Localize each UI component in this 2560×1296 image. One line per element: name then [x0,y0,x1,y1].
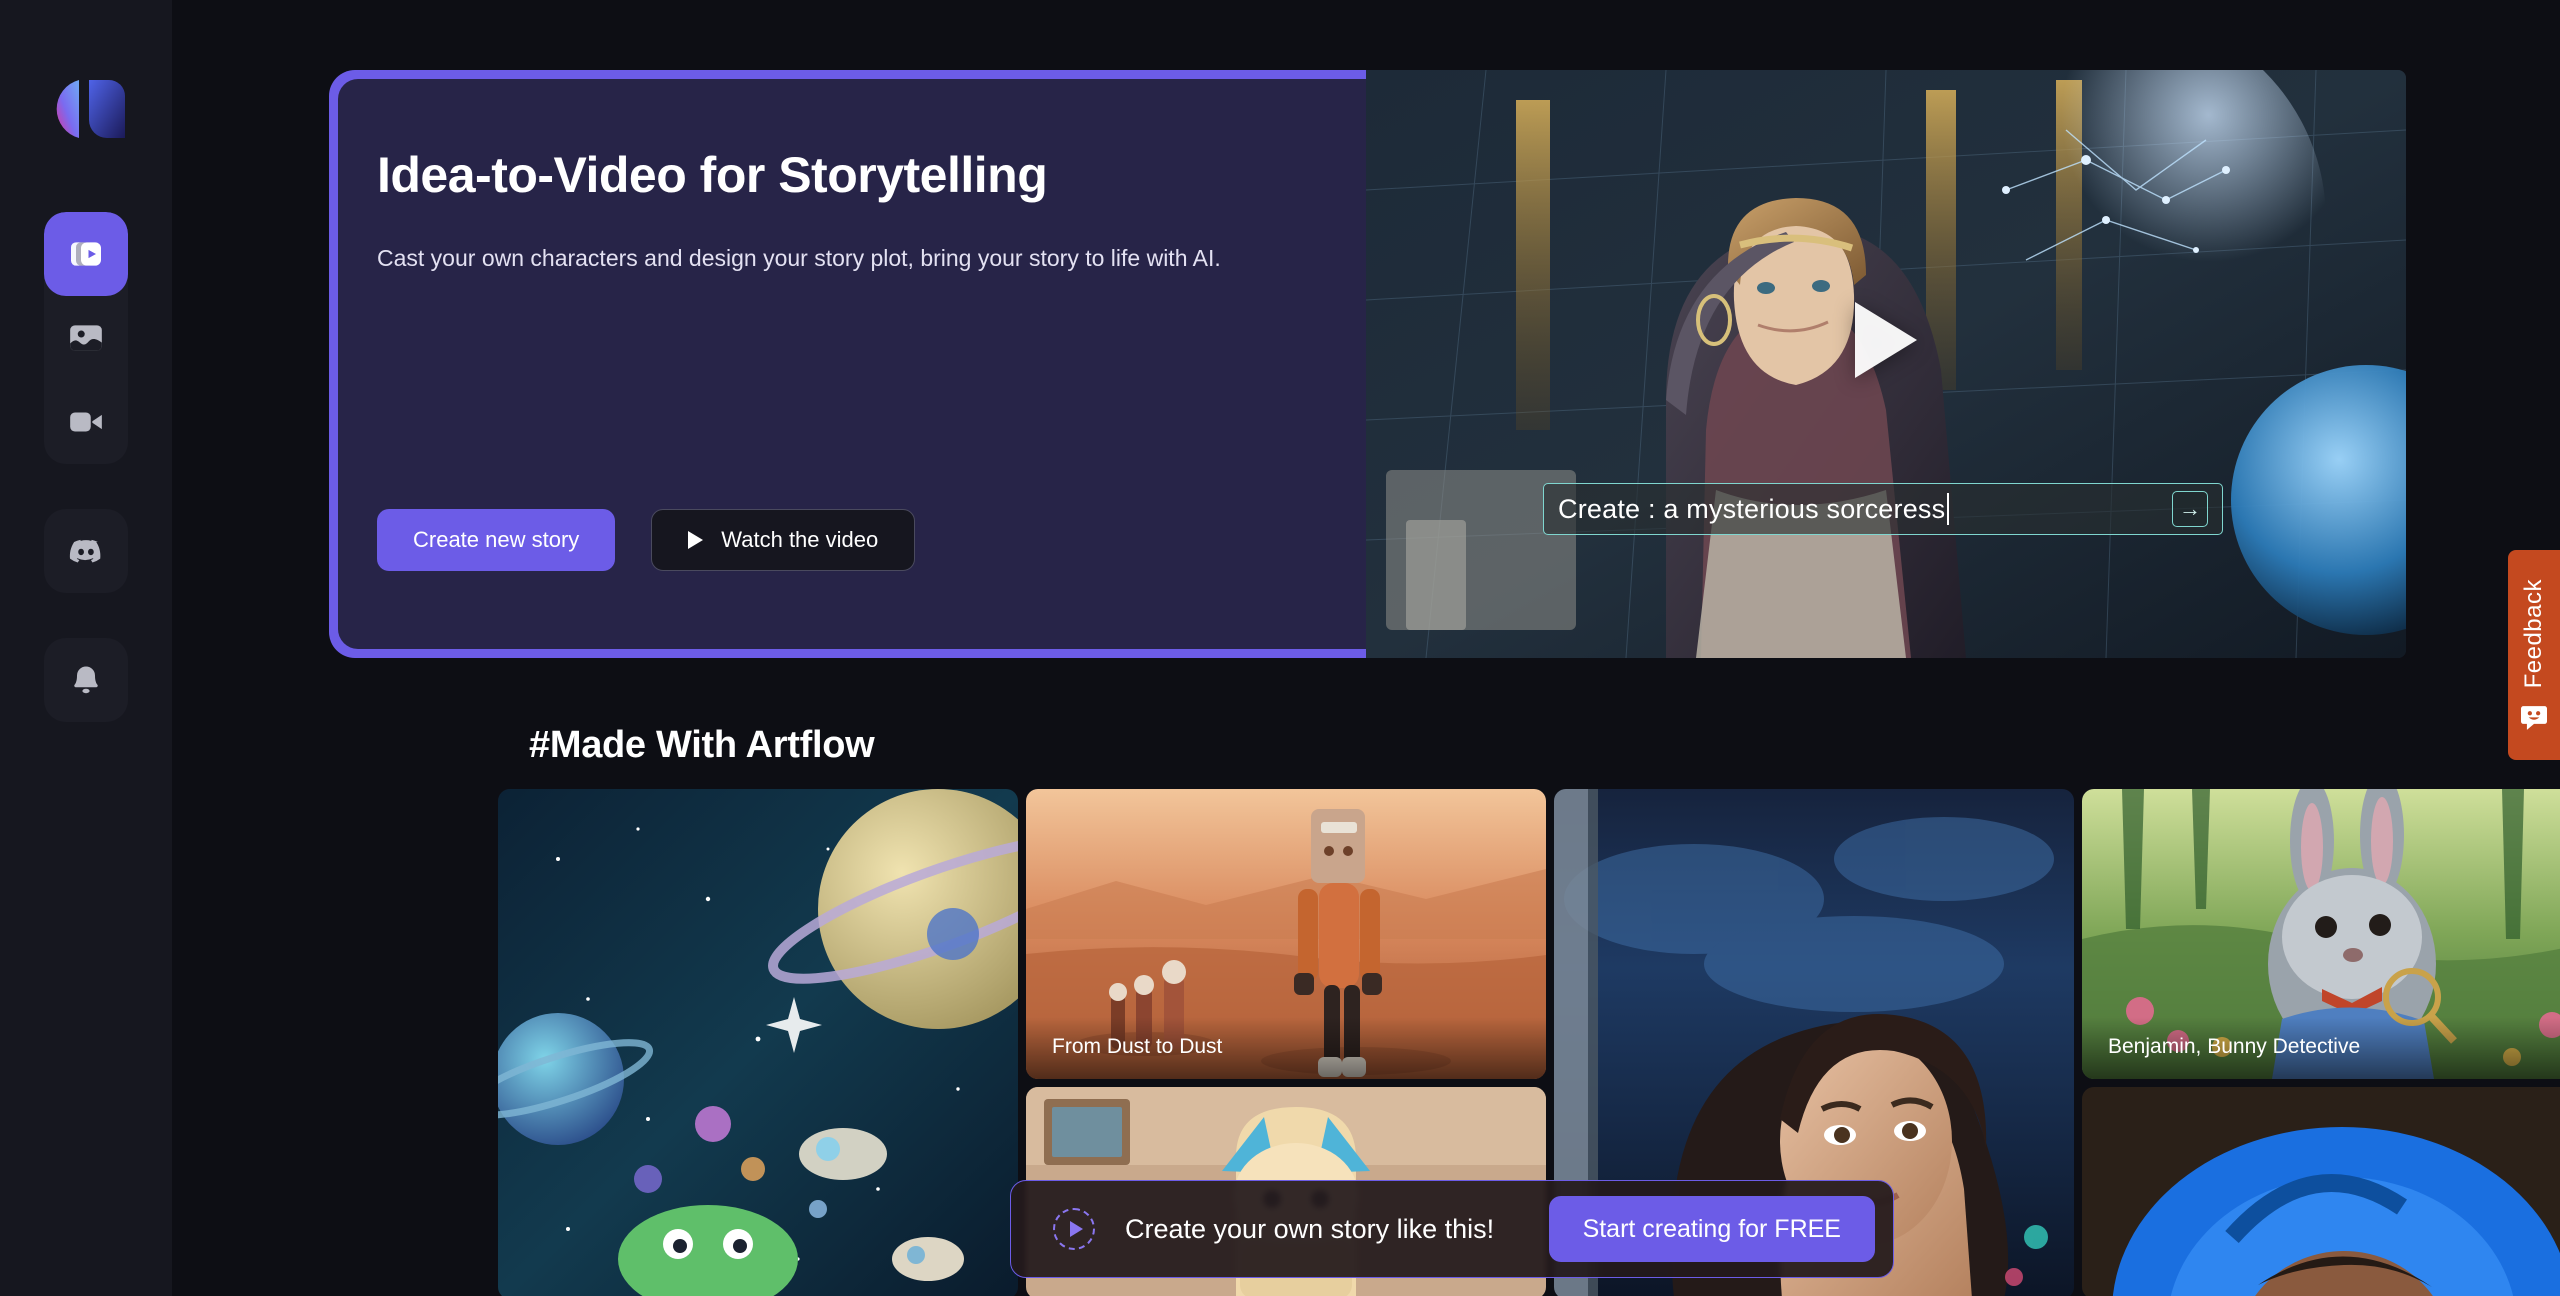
sidebar-item-discord[interactable] [44,509,128,593]
gallery-heading: #Made With Artflow [529,724,875,766]
play-icon [688,531,704,549]
tile-artwork [498,789,1018,1296]
text-caret [1947,493,1950,525]
main-content: Idea-to-Video for Storytelling Cast your… [172,0,2560,1296]
tile-caption: Benjamin, Bunny Detective [2082,1017,2560,1079]
hero-video-preview[interactable]: Create : a mysterious sorceress → [1366,70,2406,658]
arrow-right-icon[interactable]: → [2172,491,2208,527]
gallery-tile[interactable] [498,789,1018,1296]
create-new-story-button[interactable]: Create new story [377,509,616,571]
create-story-cta-banner: Create your own story like this! Start c… [1010,1180,1894,1278]
video-prompt-bar[interactable]: Create : a mysterious sorceress → [1543,483,2223,535]
gallery-tile[interactable]: From Dust to Dust [1026,789,1546,1079]
bell-notification-icon [74,666,98,694]
gallery-tile[interactable] [2082,1087,2560,1296]
hero-actions: Create new story Watch the video [377,509,916,571]
sidebar [0,0,172,1296]
gallery-column-4: Benjamin, Bunny Detective [2082,789,2560,1296]
sidebar-item-stories[interactable] [44,212,128,296]
video-prompt-text: Create : a mysterious sorceress [1558,493,1946,524]
hero-banner: Idea-to-Video for Storytelling Cast your… [329,70,2406,658]
sidebar-item-notifications[interactable] [44,638,128,722]
page-title: Idea-to-Video for Storytelling [377,147,1048,203]
tile-artwork [2082,1087,2560,1296]
hero-text-panel: Idea-to-Video for Storytelling Cast your… [329,70,1366,658]
discord-icon [69,539,101,563]
feedback-label: Feedback [2520,579,2547,689]
sidebar-primary-nav [44,212,128,464]
watch-video-label: Watch the video [721,527,879,552]
gallery-column-1 [498,789,1018,1296]
start-creating-for-free-button[interactable]: Start creating for FREE [1548,1196,1875,1262]
image-photo-icon [70,325,102,351]
play-circle-icon [1053,1208,1095,1250]
app-root: Idea-to-Video for Storytelling Cast your… [0,0,2560,1296]
cta-message: Create your own story like this! [1125,1213,1495,1244]
smiley-speech-bubble-icon [2521,705,2547,730]
story-cards-play-icon [71,242,101,266]
watch-the-video-button[interactable]: Watch the video [651,509,916,571]
hero-subtitle: Cast your own characters and design your… [377,244,1221,271]
gallery-tile[interactable]: Benjamin, Bunny Detective [2082,789,2560,1079]
feedback-tab[interactable]: Feedback [2508,550,2560,760]
tile-caption: From Dust to Dust [1026,1017,1546,1079]
play-overlay-icon[interactable] [1855,302,1917,379]
sidebar-item-images[interactable] [44,296,128,380]
video-camera-icon [70,412,102,432]
sidebar-item-videos[interactable] [44,380,128,464]
artflow-logo[interactable] [45,78,127,140]
